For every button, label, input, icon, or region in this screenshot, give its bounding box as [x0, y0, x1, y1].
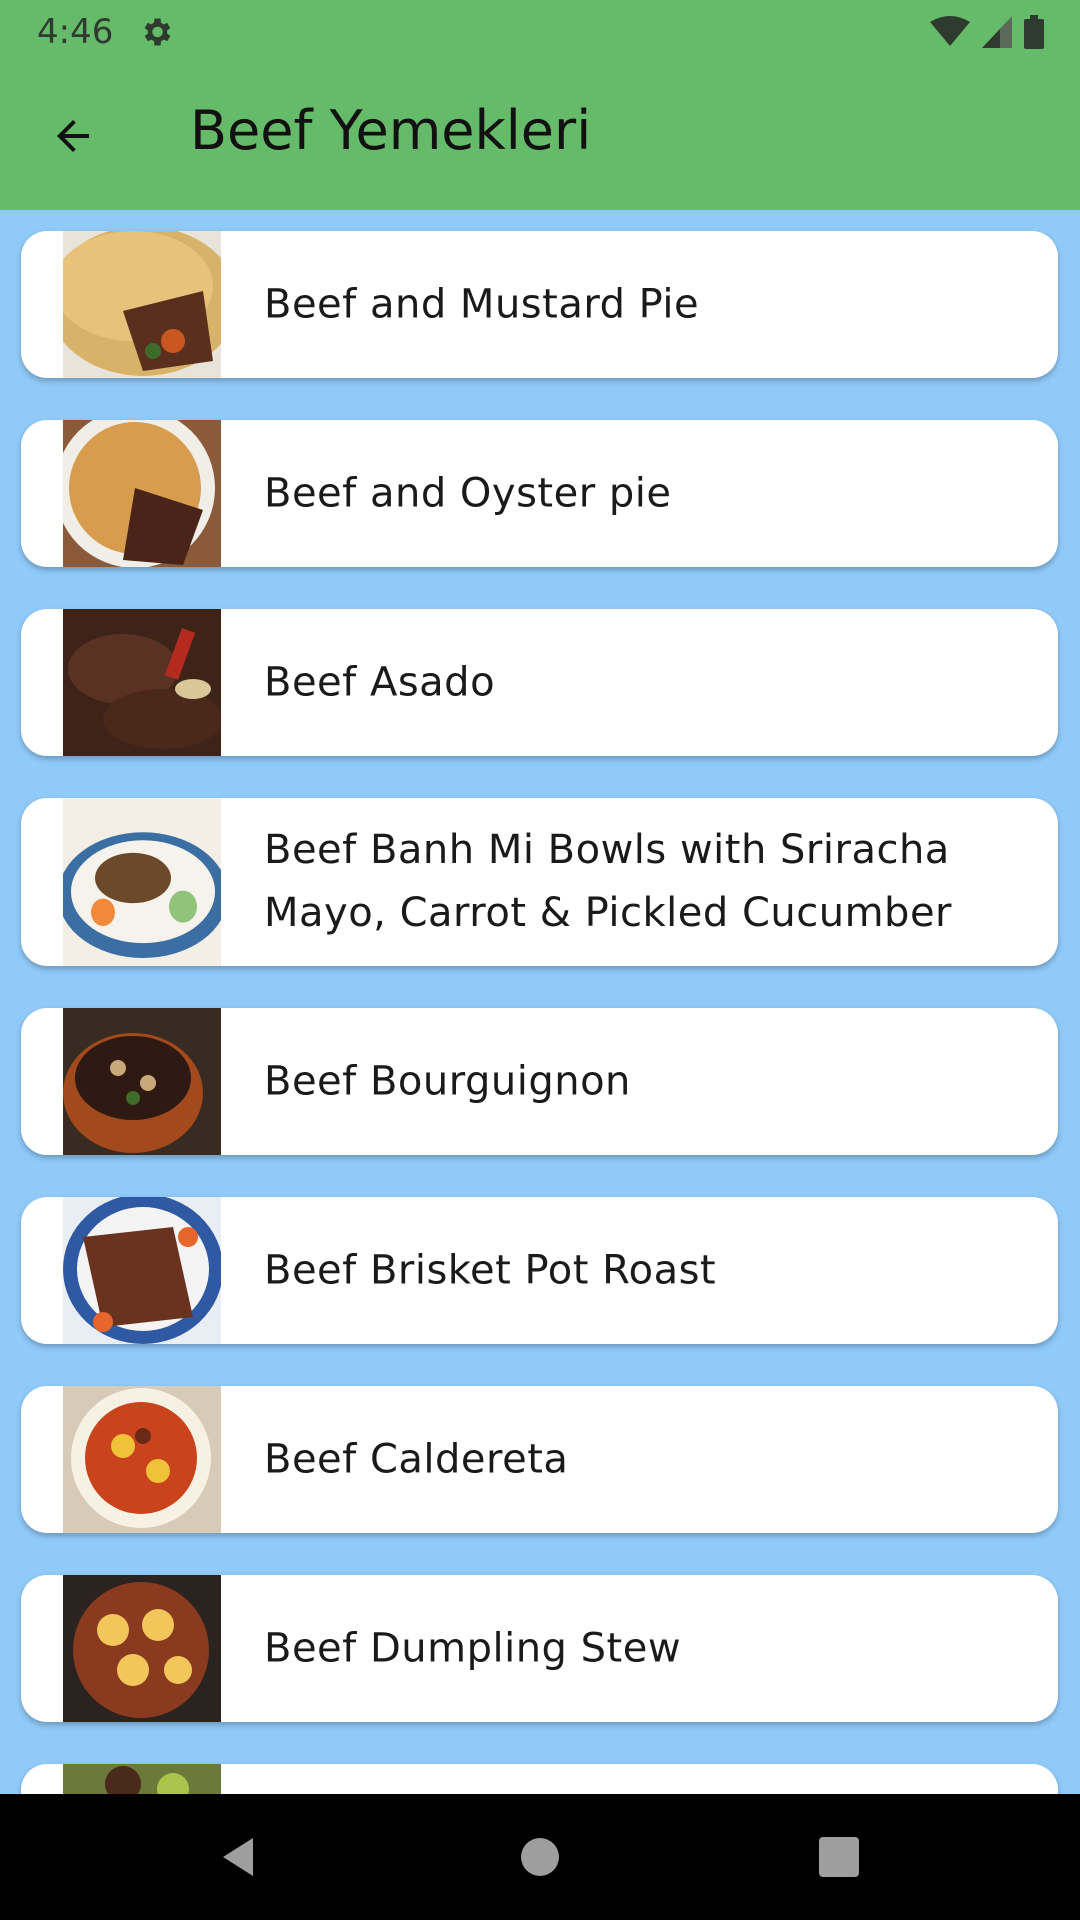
home-nav-icon[interactable] — [507, 1824, 573, 1890]
list-item[interactable]: Beef Caldereta — [21, 1386, 1058, 1533]
status-bar: 4:46 — [0, 0, 1080, 63]
list-item[interactable]: Beef Brisket Pot Roast — [21, 1197, 1058, 1344]
list-item[interactable]: Beef Bourguignon — [21, 1008, 1058, 1155]
recipe-thumbnail — [63, 1008, 221, 1155]
recipe-name: Beef and Mustard Pie — [264, 281, 700, 327]
recipe-thumbnail — [63, 1575, 221, 1722]
list-item[interactable]: Beef Asado — [21, 609, 1058, 756]
recipe-name: Beef Caldereta — [264, 1436, 569, 1482]
wifi-icon — [930, 16, 970, 46]
back-button[interactable] — [40, 103, 106, 169]
recipe-thumbnail — [63, 609, 221, 756]
recipe-thumbnail — [63, 1764, 221, 1794]
list-item[interactable]: Beef Dumpling Stew — [21, 1575, 1058, 1722]
recipe-thumbnail — [63, 798, 221, 966]
app-bar: Beef Yemekleri — [0, 63, 1080, 210]
status-time: 4:46 — [37, 12, 114, 52]
recipe-name: Beef Banh Mi Bowls with Sriracha Mayo, C… — [264, 827, 952, 936]
recipe-name: Beef Bourguignon — [264, 1058, 631, 1104]
recents-nav-icon[interactable] — [806, 1824, 872, 1890]
recipe-thumbnail — [63, 420, 221, 567]
recipe-name: Beef and Oyster pie — [264, 470, 672, 516]
recipe-name: Beef Asado — [264, 659, 496, 705]
list-item[interactable] — [21, 1764, 1058, 1794]
gear-icon — [144, 18, 171, 46]
page-title: Beef Yemekleri — [190, 99, 592, 162]
list-item[interactable]: Beef and Oyster pie — [21, 420, 1058, 567]
recipe-thumbnail — [63, 1386, 221, 1533]
battery-icon — [1024, 15, 1044, 49]
list-item[interactable]: Beef Banh Mi Bowls with Sriracha Mayo, C… — [21, 798, 1058, 966]
recipe-name: Beef Dumpling Stew — [264, 1625, 682, 1671]
status-icons — [930, 14, 1044, 50]
back-nav-icon[interactable] — [205, 1824, 271, 1890]
recipe-list[interactable]: Beef and Mustard Pie Beef and Oyster pie… — [0, 210, 1080, 1794]
recipe-thumbnail — [63, 1197, 221, 1344]
arrow-back-icon — [57, 120, 89, 152]
recipe-name: Beef Brisket Pot Roast — [264, 1247, 717, 1293]
navigation-bar — [0, 1794, 1080, 1920]
recipe-thumbnail — [63, 231, 221, 378]
signal-icon — [982, 16, 1012, 48]
list-item[interactable]: Beef and Mustard Pie — [21, 231, 1058, 378]
